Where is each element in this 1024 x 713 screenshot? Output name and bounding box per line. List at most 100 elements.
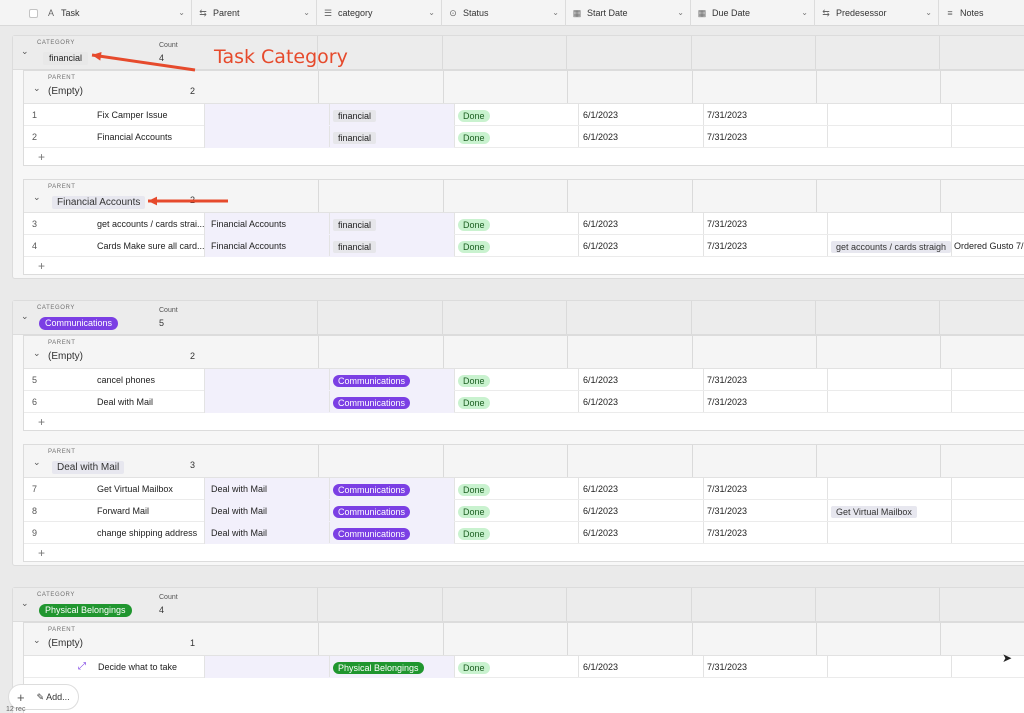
status-cell[interactable]: Done [454,391,578,413]
status-cell[interactable]: Done [454,500,578,522]
add-row-button[interactable]: + [38,546,45,560]
status-cell[interactable]: Done [454,369,578,391]
task-name[interactable]: Get Virtual Mailbox [97,478,215,500]
predecessor-cell[interactable] [827,104,951,126]
due-date-cell[interactable]: 7/31/2023 [703,213,827,235]
notes-cell[interactable] [951,126,1024,148]
chevron-down-icon[interactable]: ⌄ [33,83,41,94]
start-date-cell[interactable]: 6/1/2023 [578,235,703,257]
start-date-cell[interactable]: 6/1/2023 [578,104,703,126]
category-cell[interactable]: financial [329,235,454,257]
chevron-down-icon[interactable]: ⌄ [552,8,559,17]
parent-cell[interactable] [204,656,329,678]
predecessor-link[interactable]: get accounts / cards straigh [831,240,951,253]
table-row[interactable]: 4 Cards Make sure all card... Financial Ac… [24,235,1024,257]
chevron-down-icon[interactable]: ⌄ [303,8,310,17]
table-row[interactable]: 9 change shipping address Deal with Mail Co… [24,522,1024,544]
parent-link[interactable]: Financial Accounts [211,219,286,229]
task-name[interactable]: cancel phones [97,369,215,391]
table-row[interactable]: 8 Forward Mail Deal with Mail Communication… [24,500,1024,522]
task-name[interactable]: Financial Accounts [97,126,215,148]
status-cell[interactable]: Done [454,235,578,257]
predecessor-cell[interactable] [827,478,951,500]
chevron-down-icon[interactable]: ⌄ [677,8,684,17]
status-cell[interactable]: Done [454,522,578,544]
select-all-checkbox[interactable] [29,8,38,18]
predecessor-cell[interactable] [827,369,951,391]
start-date-cell[interactable]: 6/1/2023 [578,478,703,500]
task-name[interactable]: change shipping address [97,522,215,544]
task-name[interactable]: Cards Make sure all card... [97,235,215,257]
column-header-category[interactable]: ☰ category ⌄ [317,0,442,26]
table-row[interactable]: 1 Fix Camper Issue financial Done 6/1/2023 7/… [24,104,1024,126]
notes-cell[interactable] [951,213,1024,235]
notes-cell[interactable] [951,500,1024,522]
parent-link[interactable]: Deal with Mail [211,484,267,494]
notes-cell[interactable] [951,478,1024,500]
task-name[interactable]: Deal with Mail [97,391,215,413]
chevron-down-icon[interactable]: ⌄ [428,8,435,17]
column-header-notes[interactable]: ≡ Notes [939,0,1024,26]
category-cell[interactable]: financial [329,213,454,235]
status-cell[interactable]: Done [454,656,578,678]
chevron-down-icon[interactable]: ⌄ [33,192,41,203]
chevron-down-icon[interactable]: ⌄ [801,8,808,17]
start-date-cell[interactable]: 6/1/2023 [578,522,703,544]
parent-cell[interactable]: Financial Accounts [204,235,329,257]
start-date-cell[interactable]: 6/1/2023 [578,126,703,148]
category-cell[interactable]: Communications [329,369,454,391]
add-row-button[interactable]: + [38,150,45,164]
status-cell[interactable]: Done [454,126,578,148]
predecessor-cell[interactable] [827,522,951,544]
table-row[interactable]: 2 Financial Accounts financial Done 6/1/2023… [24,126,1024,148]
due-date-cell[interactable]: 7/31/2023 [703,369,827,391]
chevron-down-icon[interactable]: ⌄ [33,348,41,359]
task-name[interactable]: get accounts / cards strai... [97,213,215,235]
start-date-cell[interactable]: 6/1/2023 [578,369,703,391]
predecessor-cell[interactable]: get accounts / cards straigh [827,235,951,257]
predecessor-cell[interactable] [827,126,951,148]
start-date-cell[interactable]: 6/1/2023 [578,656,703,678]
status-cell[interactable]: Done [454,213,578,235]
predecessor-cell[interactable]: Get Virtual Mailbox [827,500,951,522]
category-cell[interactable]: financial [329,104,454,126]
table-row[interactable]: 7 Get Virtual Mailbox Deal with Mail Commun… [24,478,1024,500]
notes-cell[interactable] [951,369,1024,391]
predecessor-link[interactable]: Get Virtual Mailbox [831,505,917,518]
due-date-cell[interactable]: 7/31/2023 [703,656,827,678]
due-date-cell[interactable]: 7/31/2023 [703,500,827,522]
due-date-cell[interactable]: 7/31/2023 [703,391,827,413]
chevron-down-icon[interactable]: ⌄ [925,8,932,17]
start-date-cell[interactable]: 6/1/2023 [578,391,703,413]
due-date-cell[interactable]: 7/31/2023 [703,235,827,257]
add-row-button[interactable]: + [38,259,45,273]
notes-cell[interactable] [951,391,1024,413]
category-cell[interactable]: Communications [329,500,454,522]
parent-cell[interactable] [204,104,329,126]
due-date-cell[interactable]: 7/31/2023 [703,126,827,148]
table-row[interactable]: 6 Deal with Mail Communications Done 6/1/202… [24,391,1024,413]
chevron-down-icon[interactable]: ⌄ [33,635,41,646]
notes-cell[interactable] [951,656,1024,678]
category-cell[interactable]: Communications [329,391,454,413]
notes-cell[interactable] [951,522,1024,544]
parent-cell[interactable] [204,126,329,148]
start-date-cell[interactable]: 6/1/2023 [578,213,703,235]
parent-link[interactable]: Financial Accounts [211,241,286,251]
parent-cell[interactable]: Financial Accounts [204,213,329,235]
category-cell[interactable]: financial [329,126,454,148]
parent-link[interactable]: Deal with Mail [211,528,267,538]
parent-cell[interactable] [204,369,329,391]
add-row-button[interactable]: + [38,415,45,429]
due-date-cell[interactable]: 7/31/2023 [703,522,827,544]
category-cell[interactable]: Communications [329,478,454,500]
parent-cell[interactable]: Deal with Mail [204,478,329,500]
chevron-down-icon[interactable]: ⌄ [21,46,29,57]
table-row[interactable]: 5 cancel phones Communications Done 6/1/2023… [24,369,1024,391]
start-date-cell[interactable]: 6/1/2023 [578,500,703,522]
table-row[interactable]: ⤢ Decide what to take Physical Belongings D… [24,656,1024,678]
notes-cell[interactable] [951,104,1024,126]
status-cell[interactable]: Done [454,478,578,500]
status-cell[interactable]: Done [454,104,578,126]
column-header-parent[interactable]: ⇆ Parent ⌄ [192,0,317,26]
